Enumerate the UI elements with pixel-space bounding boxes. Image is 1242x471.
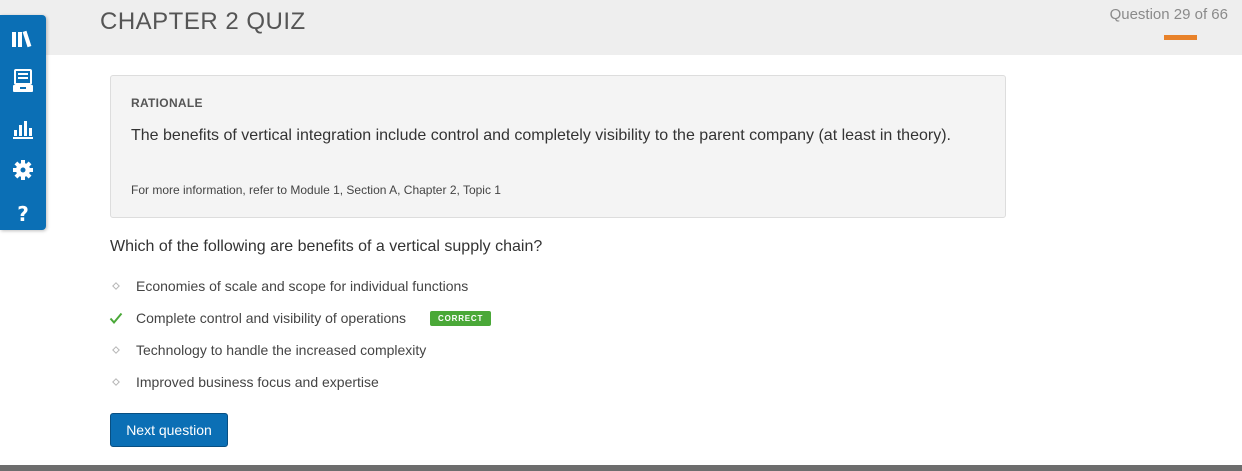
- svg-text:?: ?: [17, 202, 29, 224]
- answer-label: Technology to handle the increased compl…: [136, 342, 427, 358]
- answer-label: Complete control and visibility of opera…: [136, 310, 407, 326]
- sidebar-item-library[interactable]: [8, 24, 38, 54]
- answer-label: Improved business focus and expertise: [136, 374, 379, 390]
- question-counter: Question 29 of 66: [1109, 6, 1228, 23]
- sidebar-item-help[interactable]: ?: [8, 198, 38, 228]
- sidebar-item-notebook[interactable]: [8, 66, 38, 96]
- rationale-panel: RATIONALE The benefits of vertical integ…: [110, 75, 1006, 218]
- bullet-icon: [108, 278, 124, 294]
- bullet-icon: [108, 342, 124, 358]
- answer-label: Economies of scale and scope for individ…: [136, 278, 469, 294]
- progress-bar-fill: [1164, 35, 1197, 40]
- library-icon: [12, 30, 32, 48]
- answer-option: Improved business focus and expertise: [108, 371, 379, 393]
- footer-bar: [0, 465, 1242, 471]
- rationale-reference: For more information, refer to Module 1,…: [131, 183, 501, 197]
- correct-badge: CORRECT: [430, 310, 492, 326]
- next-question-button[interactable]: Next question: [110, 413, 228, 447]
- answer-option: Economies of scale and scope for individ…: [108, 275, 468, 297]
- quiz-header: CHAPTER 2 QUIZ Question 29 of 66: [0, 0, 1242, 55]
- progress-bar: [1164, 35, 1238, 40]
- sidebar-item-reports[interactable]: [8, 114, 38, 144]
- settings-icon: [13, 160, 33, 180]
- help-icon: ?: [17, 202, 29, 224]
- rationale-text: The benefits of vertical integration inc…: [131, 127, 951, 144]
- quiz-title: CHAPTER 2 QUIZ: [100, 8, 306, 35]
- bullet-icon: [108, 374, 124, 390]
- sidebar-item-settings[interactable]: [8, 155, 38, 185]
- question-text: Which of the following are benefits of a…: [110, 238, 543, 255]
- answer-option-correct: Complete control and visibility of opera…: [108, 307, 492, 329]
- notebook-icon: [13, 69, 33, 92]
- rationale-label: RATIONALE: [131, 96, 203, 110]
- checkmark-icon: [108, 310, 124, 326]
- bar-chart-icon: [13, 121, 33, 139]
- sidebar: ?: [0, 15, 46, 230]
- answer-option: Technology to handle the increased compl…: [108, 339, 426, 361]
